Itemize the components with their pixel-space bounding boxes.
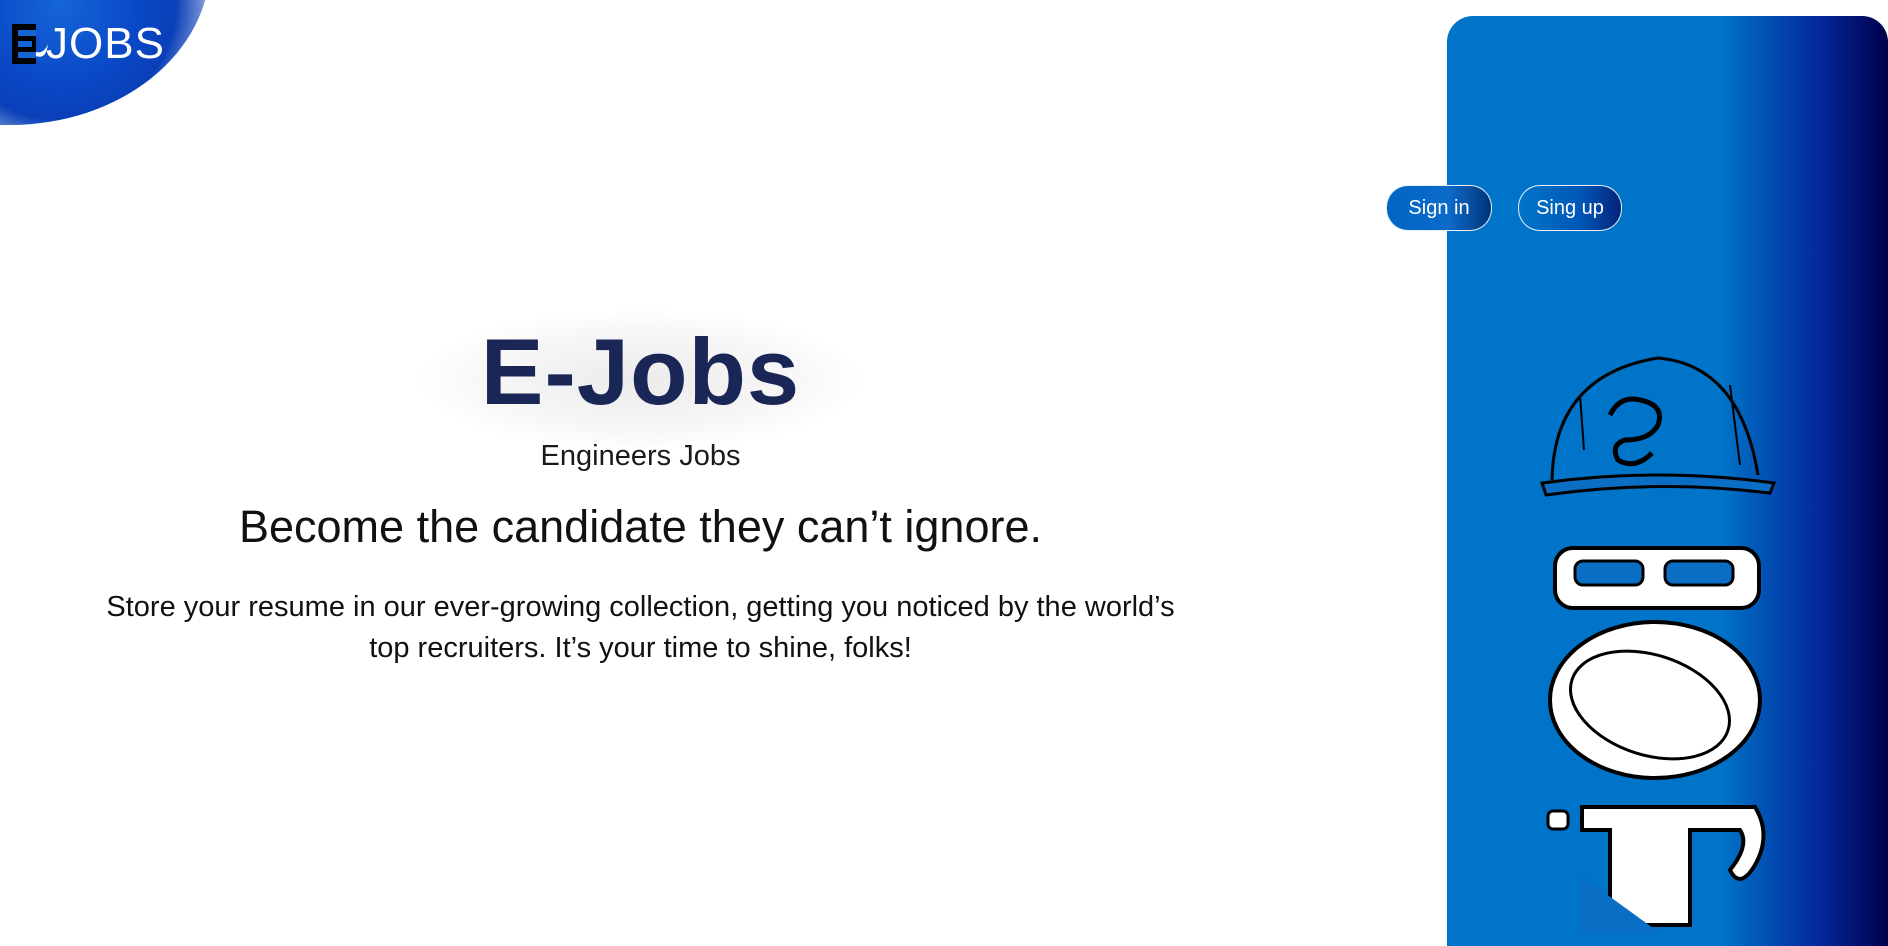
hard-hat-icon: [1540, 356, 1776, 497]
hero-section: E-Jobs Engineers Jobs Become the candida…: [0, 300, 1281, 669]
hero-tagline: Become the candidate they can’t ignore.: [238, 501, 1042, 552]
logo-text: JOBS: [46, 19, 165, 68]
logo[interactable]: JOBS: [6, 19, 171, 68]
page-title: E-Jobs: [480, 319, 801, 424]
letter-j-shape: [1546, 805, 1766, 933]
sign-in-button[interactable]: Sign in: [1386, 185, 1492, 231]
sign-up-button[interactable]: Sing up: [1518, 185, 1622, 231]
letter-b-shape: [1553, 546, 1761, 610]
hero-description: Store your resume in our ever-growing co…: [106, 591, 1175, 664]
logo-e-icon: [12, 24, 48, 64]
letter-o-shape: [1548, 620, 1762, 780]
hero-title-wrapper: E-Jobs: [0, 300, 1281, 450]
hard-hat-jobs-illustration: [1540, 356, 1776, 933]
